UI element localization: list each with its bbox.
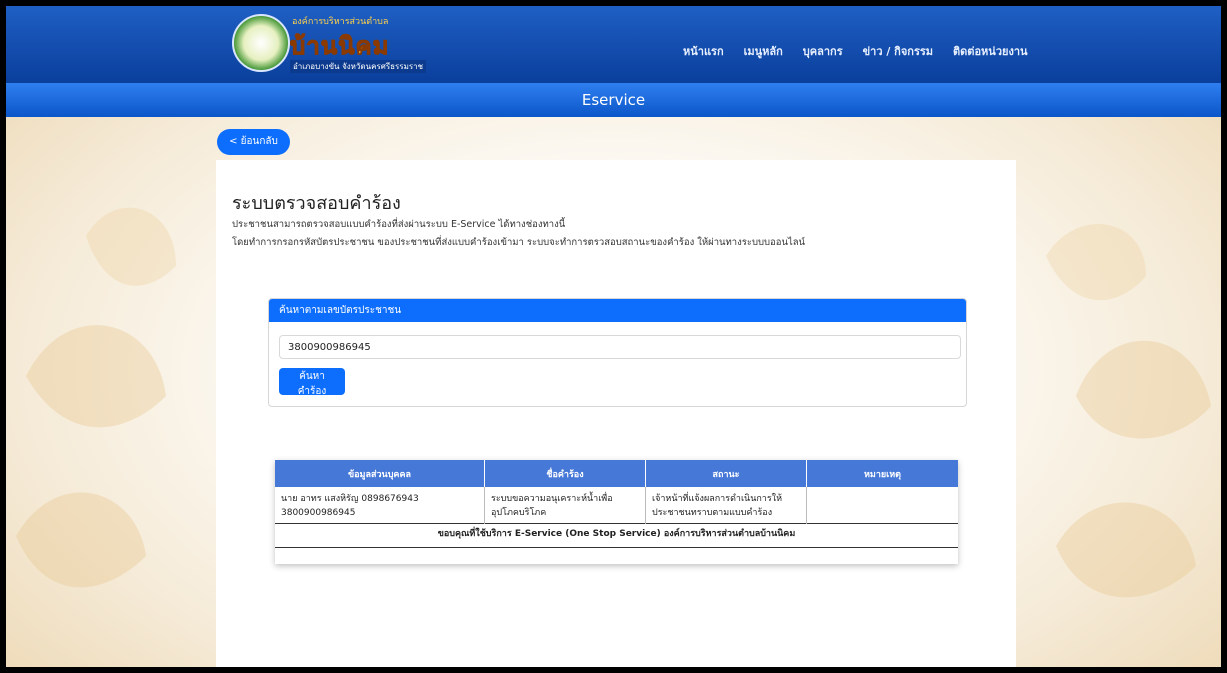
results-table-container: ข้อมูลส่วนบุคคล ชื่อคำร้อง สถานะ หมายเหต…: [275, 460, 958, 564]
status-line2: ประชาชนทราบตามแบบคำร้อง: [652, 508, 773, 518]
cell-note: [807, 487, 959, 524]
cell-personal-info: นาย อาทร แสงหิรัญ 0898676943 38009009869…: [275, 487, 485, 524]
page-description-line2: โดยทำการกรอกรหัสบัตรประชาชน ของประชาชนที…: [232, 237, 806, 248]
page-banner: Eservice: [6, 83, 1221, 117]
background-leaf-right-icon: [1046, 223, 1211, 598]
table-footer-row: ขอบคุณที่ใช้บริการ E-Service (One Stop S…: [275, 523, 958, 548]
nav-item-personnel[interactable]: บุคลากร: [803, 42, 843, 60]
content-card: ระบบตรวจสอบคำร้อง ประชาชนสามารถตรวจสอบแบ…: [216, 160, 1016, 667]
page-frame: องค์การบริหารส่วนตำบล บ้านนิคม อำเภอบางข…: [6, 6, 1221, 667]
person-line1: นาย อาทร แสงหิรัญ 0898676943: [281, 494, 419, 504]
nav-item-home[interactable]: หน้าแรก: [683, 42, 724, 60]
search-panel-header: ค้นหาตามเลขบัตรประชาชน: [269, 299, 966, 322]
results-table: ข้อมูลส่วนบุคคล ชื่อคำร้อง สถานะ หมายเหต…: [275, 460, 958, 548]
search-request-button[interactable]: ค้นหาคำร้อง: [279, 368, 345, 397]
citizen-id-input[interactable]: [279, 335, 961, 359]
column-header-request-name: ชื่อคำร้อง: [484, 460, 646, 487]
column-header-personal-info: ข้อมูลส่วนบุคคล: [275, 460, 485, 487]
nav-item-main-menu[interactable]: เมนูหลัก: [744, 42, 783, 60]
page-title: ระบบตรวจสอบคำร้อง: [232, 193, 401, 214]
main-nav: หน้าแรก เมนูหลัก บุคลากร ข่าว / กิจกรรม …: [683, 42, 1028, 60]
request-line1: ระบบขอความอนุเคราะห์น้ำเพื่อ: [491, 494, 613, 504]
site-logo[interactable]: องค์การบริหารส่วนตำบล บ้านนิคม อำเภอบางข…: [232, 12, 432, 74]
status-line1: เจ้าหน้าที่แจ้งผลการดำเนินการให้: [652, 494, 783, 504]
person-line2: 3800900986945: [281, 508, 356, 518]
emblem-icon: [232, 14, 290, 72]
page-description-line1: ประชาชนสามารถตรวจสอบแบบคำร้องที่ส่งผ่านร…: [232, 219, 566, 230]
background-leaf-left-icon: [16, 207, 176, 588]
table-row: นาย อาทร แสงหิรัญ 0898676943 38009009869…: [275, 487, 958, 524]
cell-request-name: ระบบขอความอนุเคราะห์น้ำเพื่อ อุปโภคบริโภ…: [484, 487, 646, 524]
table-header-row: ข้อมูลส่วนบุคคล ชื่อคำร้อง สถานะ หมายเหต…: [275, 460, 958, 487]
request-line2: อุปโภคบริโภค: [491, 508, 547, 518]
nav-item-news[interactable]: ข่าว / กิจกรรม: [863, 42, 933, 60]
thank-you-message: ขอบคุณที่ใช้บริการ E-Service (One Stop S…: [275, 523, 958, 548]
nav-item-contact[interactable]: ติดต่อหน่วยงาน: [953, 42, 1028, 60]
cell-status: เจ้าหน้าที่แจ้งผลการดำเนินการให้ ประชาชน…: [645, 487, 807, 524]
top-navbar: องค์การบริหารส่วนตำบล บ้านนิคม อำเภอบางข…: [6, 6, 1221, 83]
search-panel: ค้นหาตามเลขบัตรประชาชน ค้นหาคำร้อง: [268, 298, 967, 407]
back-button[interactable]: < ย้อนกลับ: [217, 129, 290, 155]
column-header-status: สถานะ: [645, 460, 807, 487]
column-header-note: หมายเหตุ: [806, 460, 958, 487]
logo-sub-text: อำเภอบางขัน จังหวัดนครศรีธรรมราช: [290, 60, 427, 73]
